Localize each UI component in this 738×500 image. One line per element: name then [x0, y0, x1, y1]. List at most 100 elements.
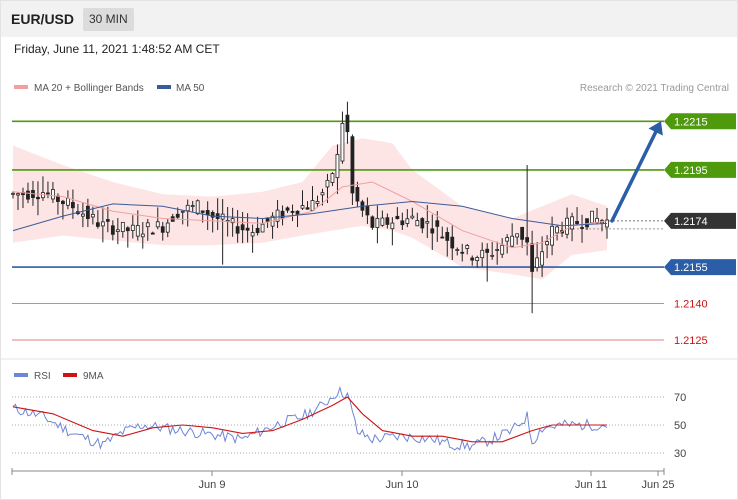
ma20-legend-swatch — [14, 85, 28, 89]
candle-body — [51, 189, 55, 200]
level-label-5: 1.2125 — [674, 335, 708, 347]
candle-body — [480, 249, 485, 259]
rsi-legend-label: RSI — [34, 371, 51, 382]
candle-body — [440, 236, 445, 239]
x-tick-label: Jun 11 — [575, 479, 607, 491]
candle-body — [465, 245, 470, 249]
candle-body — [180, 210, 185, 213]
candle-body — [450, 236, 455, 249]
candle-body — [575, 221, 579, 225]
candle-body — [90, 213, 95, 218]
candle-body — [590, 210, 594, 224]
candle-body — [125, 227, 130, 232]
candle-body — [300, 205, 305, 209]
candle-body — [350, 136, 355, 194]
candle-body — [580, 227, 584, 229]
x-tick-label: Jun 25 — [641, 479, 674, 491]
rsi-tick-label: 70 — [674, 392, 686, 404]
ma50-legend-swatch — [157, 85, 171, 89]
candle-body — [305, 207, 310, 210]
candle-body — [16, 193, 20, 196]
candle-body — [515, 233, 520, 238]
candle-body — [80, 213, 85, 217]
x-tick-label: Jun 9 — [199, 479, 226, 491]
candle-body — [285, 207, 290, 211]
candle-body — [460, 251, 465, 254]
candle-body — [46, 192, 50, 195]
candle-body — [175, 213, 180, 218]
rsi-ma-legend-label: 9MA — [83, 371, 104, 382]
candle-body — [585, 218, 589, 228]
candle-body — [250, 232, 255, 237]
candle-body — [550, 225, 554, 246]
candle-body — [160, 226, 165, 233]
level-label-4: 1.2140 — [674, 299, 708, 311]
candle-body — [340, 123, 345, 162]
candle-body — [150, 232, 155, 235]
candle-body — [535, 257, 540, 268]
candle-body — [255, 227, 260, 234]
candle-body — [485, 248, 490, 253]
candle-body — [195, 200, 200, 215]
candle-body — [190, 205, 195, 207]
candle-body — [470, 257, 475, 261]
rsi-tick-label: 50 — [674, 420, 686, 432]
chart-frame: EUR/USD 30 MIN Friday, June 11, 2021 1:4… — [0, 0, 738, 500]
candle-body — [435, 220, 440, 227]
candle-body — [320, 192, 325, 196]
projection-arrow-shaft — [610, 130, 658, 223]
candle-body — [140, 233, 145, 238]
candle-body — [26, 190, 30, 200]
candle-body — [425, 221, 430, 224]
rsi-legend-swatch — [14, 373, 28, 377]
candle-body — [260, 223, 265, 233]
candle-body — [345, 114, 350, 133]
candle-body — [100, 221, 105, 227]
candle-body — [56, 195, 60, 202]
candle-body — [385, 217, 390, 225]
candle-body — [120, 221, 125, 233]
candle-body — [500, 244, 505, 255]
level-label-0: 1.2215 — [674, 116, 708, 128]
candle-body — [200, 210, 205, 213]
copyright: Research © 2021 Trading Central — [580, 83, 729, 94]
candle-body — [205, 210, 210, 216]
candle-body — [185, 204, 190, 212]
candle-body — [495, 249, 500, 251]
rsi-tick-label: 30 — [674, 448, 686, 460]
candle-body — [400, 220, 405, 226]
candle-body — [11, 192, 15, 195]
rsi-plot: 70 50 30 — [12, 385, 686, 460]
candle-body — [395, 215, 400, 220]
candle-body — [145, 222, 150, 228]
candle-body — [530, 243, 535, 272]
candle-body — [155, 221, 160, 228]
level-label-2: 1.2174 — [674, 216, 708, 228]
candle-body — [520, 226, 525, 240]
candle-body — [105, 219, 110, 222]
ma50-legend-label: MA 50 — [176, 83, 205, 94]
price-plot: 1.2215 1.2195 1.2174 1.2155 1.2140 1.2125 — [11, 101, 736, 347]
candle-body — [490, 254, 495, 257]
candle-body — [370, 216, 375, 228]
candle-body — [475, 257, 480, 261]
candle-body — [555, 226, 559, 234]
price-chart: MA 20 + Bollinger Bands MA 50 Research ©… — [1, 83, 737, 491]
candle-body — [110, 225, 115, 235]
candle-body — [295, 210, 300, 215]
candle-body — [420, 218, 425, 229]
candle-body — [355, 187, 360, 202]
candle-body — [95, 222, 100, 227]
bollinger-band — [13, 138, 607, 280]
candle-body — [540, 251, 545, 266]
candle-body — [240, 224, 245, 231]
candle-body — [325, 179, 330, 188]
candle-body — [165, 222, 170, 233]
candle-body — [510, 235, 515, 247]
candle-body — [570, 216, 574, 230]
candle-body — [445, 231, 450, 241]
rsi-ma-legend-swatch — [63, 373, 77, 377]
candle-body — [61, 200, 65, 205]
candle-body — [36, 196, 40, 200]
level-label-3: 1.2155 — [674, 262, 708, 274]
